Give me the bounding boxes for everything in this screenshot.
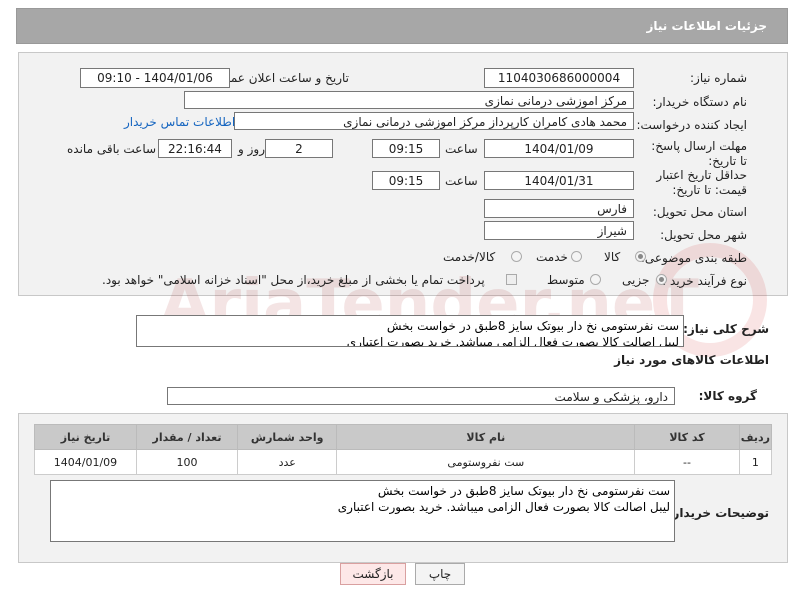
reply-deadline-label: مهلت ارسال پاسخ: تا تاریخ: [651, 139, 747, 168]
col-header-name: نام کالا [336, 424, 636, 450]
process-label: نوع فرآیند خرید : [662, 274, 747, 288]
cell-qty: 100 [135, 449, 238, 475]
category-radio-service[interactable] [571, 251, 582, 262]
buyer-org-field: مرکز اموزشی درمانی نمازی [184, 91, 634, 109]
general-desc-textarea[interactable]: ست نفرستومی نخ دار بیوتک سایز 8طبق در خو… [136, 315, 684, 347]
cell-unit: عدد [236, 449, 338, 475]
process-radio-medium[interactable] [590, 274, 601, 285]
buyer-org-label: نام دستگاه خریدار: [652, 95, 748, 109]
category-option-goods: کالا [604, 250, 621, 264]
price-date-field: 1404/01/31 [484, 171, 634, 190]
creator-field: محمد هادی کامران کارپرداز مرکز اموزشی در… [234, 112, 634, 130]
reply-date-field: 1404/01/09 [484, 139, 634, 158]
treasury-payment-checkbox[interactable] [506, 274, 517, 285]
need-number-label: شماره نیاز: [690, 71, 747, 85]
category-label: طبقه بندی موضوعی: [640, 251, 747, 265]
page-header: جزئیات اطلاعات نیاز [16, 8, 788, 44]
goods-group-field: دارو، پزشکی و سلامت [167, 387, 675, 405]
days-count-field: 2 [265, 139, 333, 158]
goods-group-label: گروه کالا: [698, 389, 757, 403]
category-option-goods-service: کالا/خدمت [443, 250, 496, 264]
col-header-qty: تعداد / مقدار [135, 424, 238, 450]
price-time-field: 09:15 [372, 171, 440, 190]
buyer-desc-label: توضیحات خریدار: [667, 506, 769, 520]
goods-info-title: اطلاعات کالاهای مورد نیاز [614, 353, 769, 367]
treasury-payment-note: پرداخت تمام یا بخشی از مبلغ خرید،از محل … [102, 273, 485, 287]
reply-time-field: 09:15 [372, 139, 440, 158]
general-desc-label: شرح کلی نیاز: [683, 322, 769, 336]
buyer-desc-textarea[interactable]: ست نفرستومی نخ دار بیوتک سایز 8طبق در خو… [50, 480, 675, 542]
category-radio-goods[interactable] [635, 251, 646, 262]
need-number-field: 1104030686000004 [484, 68, 634, 88]
back-button[interactable]: بازگشت [340, 563, 406, 585]
table-row: 1 -- ست نفروستومی عدد 100 1404/01/09 [34, 449, 773, 475]
col-header-unit: واحد شمارش [236, 424, 338, 450]
province-field: فارس [484, 199, 634, 218]
announce-date-field: 1404/01/06 - 09:10 [80, 68, 230, 88]
process-option-minor: جزیی [622, 273, 650, 287]
cell-need-date: 1404/01/09 [34, 449, 137, 475]
cell-name: ست نفروستومی [336, 449, 636, 475]
process-option-medium: متوسط [547, 273, 585, 287]
print-button[interactable]: چاپ [415, 563, 465, 585]
remaining-time-field: 22:16:44 [158, 139, 232, 158]
city-label: شهر محل تحویل: [660, 228, 747, 242]
cell-code: -- [634, 449, 740, 475]
remaining-label: ساعت باقی مانده [67, 142, 157, 156]
process-radio-minor[interactable] [656, 274, 667, 285]
creator-label: ایجاد کننده درخواست: [636, 118, 747, 132]
col-header-code: کد کالا [634, 424, 740, 450]
items-table: ردیف کد کالا نام کالا واحد شمارش تعداد /… [34, 424, 773, 475]
category-option-service: خدمت [536, 250, 568, 264]
items-table-header: ردیف کد کالا نام کالا واحد شمارش تعداد /… [34, 424, 773, 450]
province-label: استان محل تحویل: [652, 205, 747, 219]
col-header-row-no: ردیف [738, 424, 773, 450]
buyer-contact-link[interactable]: اطلاعات تماس خریدار [124, 115, 235, 129]
price-time-label: ساعت [445, 174, 478, 188]
cell-row-no: 1 [738, 449, 773, 475]
price-validity-label: حداقل تاریخ اعتبار قیمت: تا تاریخ: [656, 168, 747, 197]
city-field: شیراز [484, 221, 634, 240]
category-radio-goods-service[interactable] [511, 251, 522, 262]
reply-time-label: ساعت [445, 142, 478, 156]
days-and-label: روز و [238, 142, 265, 156]
page-title: جزئیات اطلاعات نیاز [646, 19, 767, 33]
col-header-need-date: تاریخ نیاز [34, 424, 137, 450]
